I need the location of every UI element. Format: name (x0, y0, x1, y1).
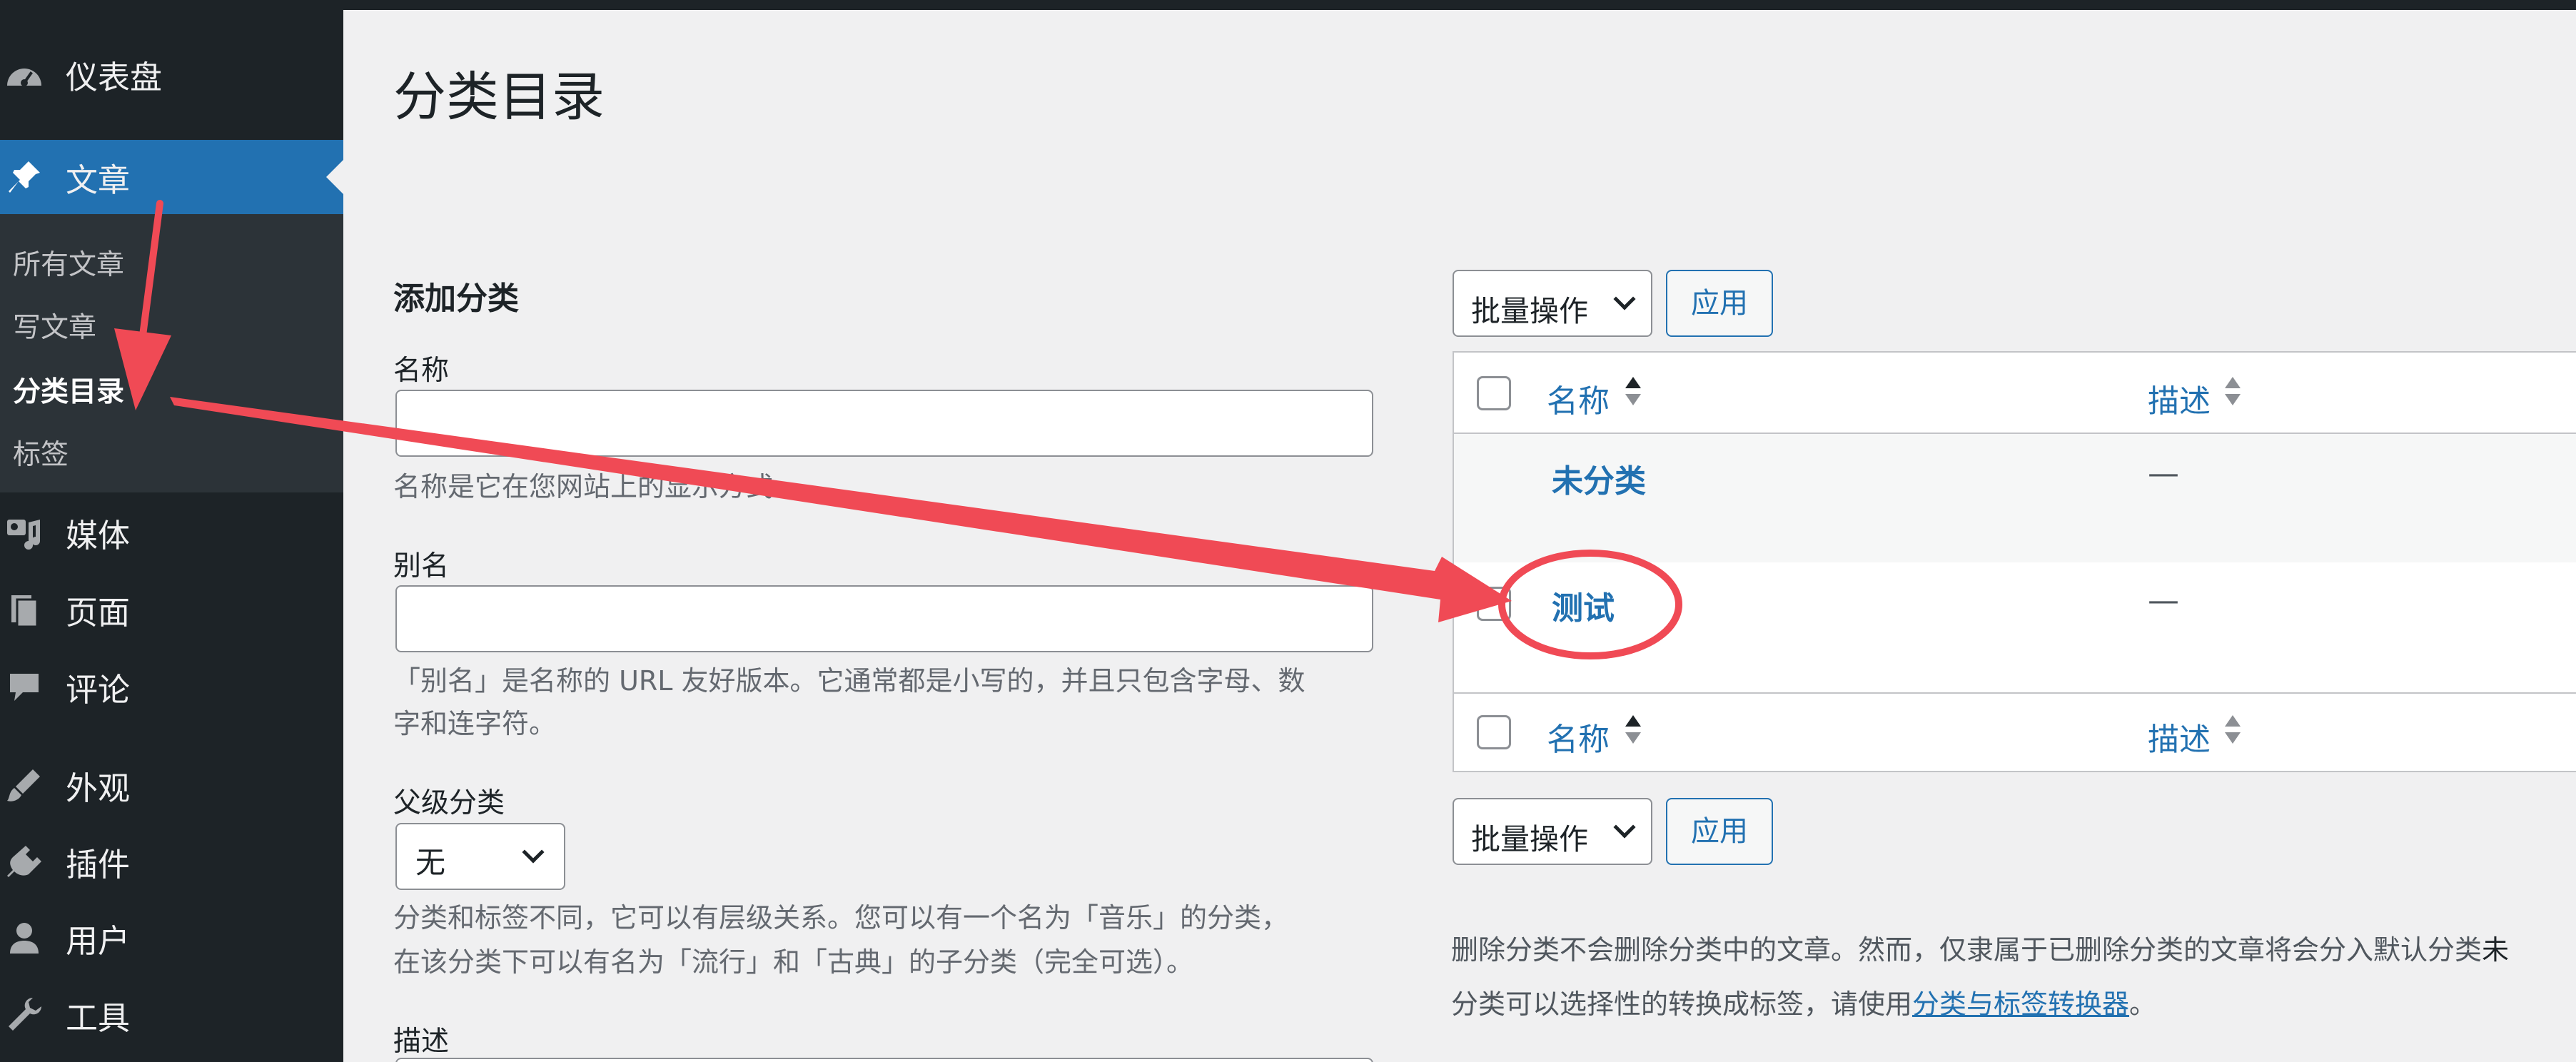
converter-note-suffix: 。 (2129, 988, 2157, 1020)
table-footer-row: 名称 描述 (1454, 692, 2576, 772)
table-header-row: 名称 描述 (1454, 353, 2576, 434)
select-all-checkbox[interactable] (1477, 376, 1511, 410)
parent-category-select[interactable]: 无 (395, 823, 565, 890)
sort-by-description-link-bottom[interactable]: 描述 (2148, 714, 2211, 759)
submenu-all-posts[interactable]: 所有文章 (13, 243, 124, 283)
sidebar-item-tools[interactable]: 工具 (0, 978, 343, 1052)
table-row: 未分类 — (1454, 434, 2576, 562)
converter-note: 分类可以选择性的转换成标签，请使用分类与标签转换器。 (1451, 982, 2156, 1021)
sidebar-item-comments[interactable]: 评论 (0, 649, 343, 724)
chevron-down-icon (1613, 816, 1636, 839)
page-title: 分类目录 (393, 66, 605, 128)
delete-note: 删除分类不会删除分类中的文章。然而，仅隶属于已删除分类的文章将会分入默认分类未 (1451, 928, 2509, 967)
sort-indicator-icon (2225, 377, 2241, 411)
bulk-action-select-top[interactable]: 批量操作 (1453, 270, 1652, 337)
admin-sidebar: 仪表盘 文章 所有文章 写文章 分类目录 标签 媒体 页面 评论 外观 插件 用… (0, 0, 343, 1062)
row-checkbox[interactable] (1477, 587, 1511, 621)
submenu-write-post[interactable]: 写文章 (13, 305, 96, 345)
tools-icon (9, 998, 41, 1031)
admin-top-bar (0, 0, 2576, 10)
sidebar-item-pages[interactable]: 页面 (0, 572, 343, 647)
chevron-down-icon (522, 841, 545, 864)
apply-button-top[interactable]: 应用 (1666, 270, 1773, 337)
dashboard-icon (7, 69, 41, 86)
apply-button-bottom[interactable]: 应用 (1666, 798, 1773, 865)
delete-note-tail: 未 (2482, 934, 2510, 966)
plugins-icon (7, 846, 41, 877)
posts-submenu: 所有文章 写文章 分类目录 标签 (0, 214, 343, 492)
appearance-icon (7, 769, 40, 801)
slug-help-text-line1: 「别名」是名称的 URL 友好版本。它通常都是小写的，并且只包含字母、数 (393, 665, 1305, 697)
slug-input[interactable] (395, 585, 1373, 652)
description-textarea[interactable] (395, 1058, 1373, 1062)
parent-select-value: 无 (415, 845, 446, 880)
name-label: 名称 (393, 355, 450, 387)
submenu-tags[interactable]: 标签 (13, 433, 69, 472)
sidebar-item-label: 页面 (66, 593, 131, 632)
sidebar-item-posts[interactable]: 文章 (0, 140, 343, 214)
submenu-categories[interactable]: 分类目录 (13, 370, 124, 410)
sidebar-item-label: 媒体 (66, 516, 131, 555)
sort-by-description-link[interactable]: 描述 (2148, 375, 2211, 421)
sidebar-item-media[interactable]: 媒体 (0, 495, 343, 570)
sidebar-item-label: 外观 (66, 769, 131, 807)
bulk-action-value: 批量操作 (1471, 294, 1588, 328)
slug-label: 别名 (393, 550, 450, 582)
select-all-checkbox-bottom[interactable] (1477, 715, 1511, 749)
sidebar-item-label: 文章 (66, 161, 131, 199)
category-tag-converter-link[interactable]: 分类与标签转换器 (1912, 988, 2129, 1020)
chevron-down-icon (1613, 288, 1636, 310)
name-input[interactable] (395, 390, 1373, 457)
description-label: 描述 (393, 1026, 450, 1058)
category-name-link[interactable]: 未分类 (1552, 455, 1646, 501)
bulk-action-select-bottom[interactable]: 批量操作 (1453, 798, 1652, 865)
media-icon (7, 520, 40, 550)
comments-icon (10, 674, 39, 701)
users-icon (10, 923, 39, 954)
add-category-title: 添加分类 (393, 280, 519, 317)
category-description: — (2148, 582, 2179, 619)
parent-help-text-line1: 分类和标签不同，它可以有层级关系。您可以有一个名为「音乐」的分类， (393, 902, 1289, 934)
sidebar-item-users[interactable]: 用户 (0, 901, 343, 975)
parent-label: 父级分类 (393, 787, 505, 819)
category-description: — (2148, 455, 2179, 492)
table-row: 测试 — (1454, 562, 2576, 692)
sidebar-item-label: 工具 (66, 998, 131, 1037)
sidebar-item-plugins[interactable]: 插件 (0, 824, 343, 899)
sidebar-item-appearance[interactable]: 外观 (0, 748, 343, 822)
categories-table: 名称 描述 未分类 — 测试 — 名称 描述 (1453, 351, 2576, 772)
sort-by-name-link[interactable]: 名称 (1547, 375, 1610, 421)
slug-help-text-line2: 字和连字符。 (393, 708, 557, 739)
bulk-action-value: 批量操作 (1471, 822, 1588, 856)
category-name-link[interactable]: 测试 (1552, 582, 1615, 628)
sort-indicator-icon (1625, 715, 1641, 749)
name-help-text: 名称是它在您网站上的显示方式。 (393, 471, 801, 502)
sort-indicator-icon (1625, 377, 1641, 411)
sidebar-item-label: 用户 (66, 921, 131, 960)
delete-note-text: 删除分类不会删除分类中的文章。然而，仅隶属于已删除分类的文章将会分入默认分类 (1451, 934, 2482, 966)
sidebar-item-label: 仪表盘 (66, 58, 163, 96)
sidebar-item-label: 插件 (66, 845, 131, 884)
sort-indicator-icon (2225, 715, 2241, 749)
converter-note-text: 分类可以选择性的转换成标签，请使用 (1451, 988, 1913, 1020)
parent-help-text-line2: 在该分类下可以有名为「流行」和「古典」的子分类（完全可选）。 (393, 946, 1194, 978)
sidebar-item-label: 评论 (66, 670, 131, 709)
pages-icon (11, 595, 39, 628)
sort-by-name-link-bottom[interactable]: 名称 (1547, 714, 1610, 759)
pin-icon (9, 161, 40, 193)
sidebar-item-dashboard[interactable]: 仪表盘 (0, 37, 343, 111)
